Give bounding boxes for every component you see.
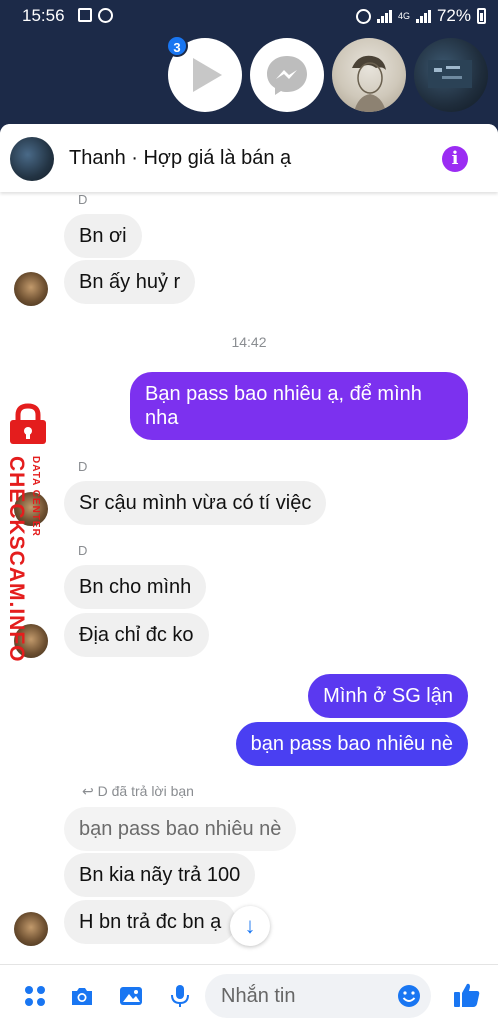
- message-input-placeholder: Nhắn tin: [221, 985, 296, 1007]
- reply-note-text: D đã trả lời bạn: [97, 783, 194, 799]
- sender-name: D: [78, 192, 88, 207]
- status-bar: 15:56 4G 72%: [0, 0, 498, 32]
- arrow-down-icon: ↓: [244, 913, 256, 938]
- camera-icon[interactable]: [69, 983, 95, 1009]
- system-icons: 4G 72%: [355, 6, 486, 26]
- download-notification-icon: [78, 8, 92, 22]
- watermark-subtext: DATA CENTER: [30, 456, 41, 537]
- conversation-header: Thanh · Hợp giá là bán ạ i: [0, 124, 498, 192]
- signal-icon-2: [415, 9, 431, 23]
- message-incoming[interactable]: Bn kia nãy trả 100: [64, 853, 256, 897]
- contact-photo-icon: [428, 60, 472, 88]
- unread-badge: 3: [166, 35, 188, 57]
- like-icon[interactable]: [452, 980, 482, 1010]
- alarm-icon: [355, 8, 371, 24]
- chat-head-contact-1[interactable]: [332, 38, 406, 112]
- message-composer: Nhắn tin: [0, 964, 498, 1024]
- message-outgoing[interactable]: Bạn pass bao nhiêu ạ, để mình nha: [130, 372, 468, 440]
- signal-icon: [376, 9, 392, 23]
- sender-avatar[interactable]: [14, 272, 48, 306]
- battery-level: 72%: [436, 6, 471, 25]
- message-input[interactable]: Nhắn tin: [205, 974, 431, 1018]
- contact-photo-icon: [352, 55, 386, 112]
- message-incoming[interactable]: Địa chỉ đc ko: [64, 613, 209, 657]
- contact-avatar[interactable]: [10, 137, 54, 181]
- chat-head-contact-2[interactable]: [414, 38, 488, 112]
- status-time: 15:56: [22, 6, 65, 25]
- scroll-to-bottom-button[interactable]: ↓: [230, 906, 270, 946]
- chat-window: Thanh · Hợp giá là bán ạ i D Bn ơi Bn ấy…: [0, 124, 498, 1024]
- watermark-text: CHECKSCAM.INFO: [5, 456, 28, 663]
- reply-note: ↩ D đã trả lời bạn: [82, 783, 194, 800]
- messenger-notification-icon: [98, 8, 113, 23]
- messenger-icon: [267, 56, 307, 95]
- microphone-icon[interactable]: [167, 983, 193, 1009]
- message-incoming[interactable]: Bn ơi: [64, 214, 142, 258]
- reply-arrow-icon: ↩: [82, 783, 98, 799]
- network-type: 4G: [397, 11, 410, 21]
- chat-head-messenger[interactable]: [250, 38, 324, 112]
- info-icon: i: [451, 148, 459, 169]
- image-icon[interactable]: [118, 983, 144, 1009]
- lock-icon: [10, 403, 46, 444]
- watermark: CHECKSCAM.INFO DATA CENTER: [4, 456, 41, 663]
- sender-avatar[interactable]: [14, 912, 48, 946]
- message-incoming[interactable]: Bn ấy huỷ r: [64, 260, 196, 304]
- quoted-message[interactable]: bạn pass bao nhiêu nè: [64, 807, 297, 851]
- battery-icon: [477, 8, 486, 24]
- message-outgoing[interactable]: bạn pass bao nhiêu nè: [235, 722, 468, 766]
- message-outgoing[interactable]: Mình ở SG lận: [308, 674, 468, 718]
- sender-name: D: [78, 543, 88, 558]
- sender-name: D: [78, 459, 88, 474]
- conversation-title[interactable]: Thanh · Hợp giá là bán ạ: [69, 147, 291, 170]
- message-incoming[interactable]: Bn cho mình: [64, 565, 207, 609]
- info-button[interactable]: i: [442, 146, 468, 172]
- chat-heads: 3: [166, 35, 488, 112]
- message-incoming[interactable]: Sr cậu mình vừa có tí việc: [64, 481, 327, 525]
- emoji-icon[interactable]: [397, 984, 421, 1008]
- message-timestamp: 14:42: [231, 334, 267, 350]
- message-incoming[interactable]: H bn trả đc bn ạ: [64, 900, 237, 944]
- notification-icons: [78, 8, 113, 23]
- apps-icon[interactable]: [22, 983, 48, 1009]
